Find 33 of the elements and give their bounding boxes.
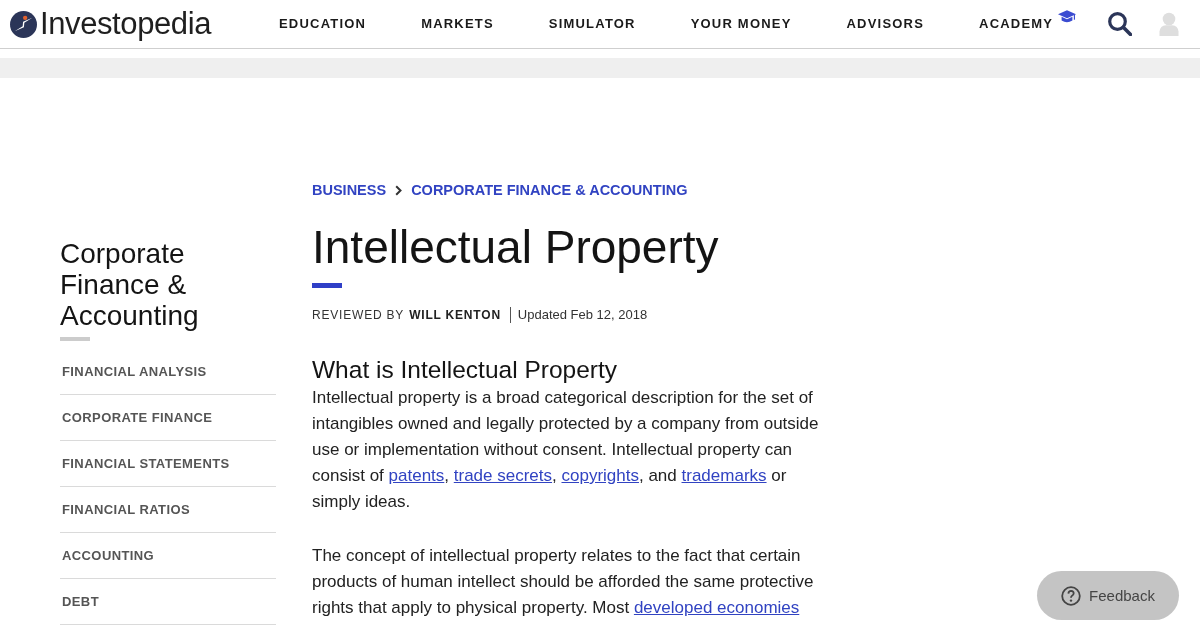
reviewer-link[interactable]: WILL KENTON xyxy=(409,306,501,324)
sidebar-link[interactable]: FINANCIAL STATEMENTS xyxy=(62,456,230,471)
updated-date: Updated Feb 12, 2018 xyxy=(517,306,648,324)
breadcrumb-link[interactable]: BUSINESS xyxy=(312,181,387,199)
sidebar-link[interactable]: FINANCIAL RATIOS xyxy=(62,502,190,517)
chevron-right-icon xyxy=(395,184,403,196)
nav-link[interactable]: MARKETS xyxy=(421,15,494,33)
nav-link[interactable]: YOUR MONEY xyxy=(690,15,792,33)
paragraph: The concept of intellectual property relates to the fact that certain products of human intellect should be afforded the same protective rights that apply to physical property. Most developed economies xyxy=(312,545,815,619)
article-title: Intellectual Property xyxy=(312,221,720,273)
feedback-button[interactable]: Feedback xyxy=(1037,571,1179,620)
question-circle-icon xyxy=(1061,585,1082,606)
nav-link[interactable]: SIMULATOR xyxy=(548,15,636,33)
reviewed-by-label: REVIEWED BY xyxy=(312,307,405,324)
logo-wordmark[interactable]: Investopedia xyxy=(40,6,211,42)
nav-link[interactable]: ACADEMY xyxy=(979,15,1054,33)
nav-link[interactable]: EDUCATION xyxy=(279,15,367,33)
inline-link[interactable]: patents xyxy=(388,466,445,485)
sidebar-link[interactable]: CORPORATE FINANCE xyxy=(62,410,213,425)
search-icon[interactable] xyxy=(1108,12,1132,36)
inline-link[interactable]: copyrights xyxy=(561,466,639,485)
sidebar-title: Corporate Finance & Accounting xyxy=(60,238,200,331)
sidebar-link[interactable]: DEBT xyxy=(62,594,99,609)
sidebar-link[interactable]: FINANCIAL ANALYSIS xyxy=(62,364,207,379)
nav-link[interactable]: ADVISORS xyxy=(846,15,925,33)
breadcrumb-link[interactable]: CORPORATE FINANCE & ACCOUNTING xyxy=(411,181,688,199)
inline-link[interactable]: trade secrets xyxy=(453,466,553,485)
paragraph: Intellectual property is a broad categorical description for the set of intangibles owned and legally protected by a company from outside use or implementation without consent. Intellectual property can consist of patents, trade secrets, copyrights, and trademarks or simply ideas. xyxy=(312,387,820,513)
section-heading: What is Intellectual Property xyxy=(312,356,619,384)
logo-icon[interactable] xyxy=(10,10,37,38)
sidebar-link[interactable]: ACCOUNTING xyxy=(62,548,155,563)
inline-link[interactable]: developed economies xyxy=(633,598,800,617)
inline-link[interactable]: trademarks xyxy=(681,466,767,485)
